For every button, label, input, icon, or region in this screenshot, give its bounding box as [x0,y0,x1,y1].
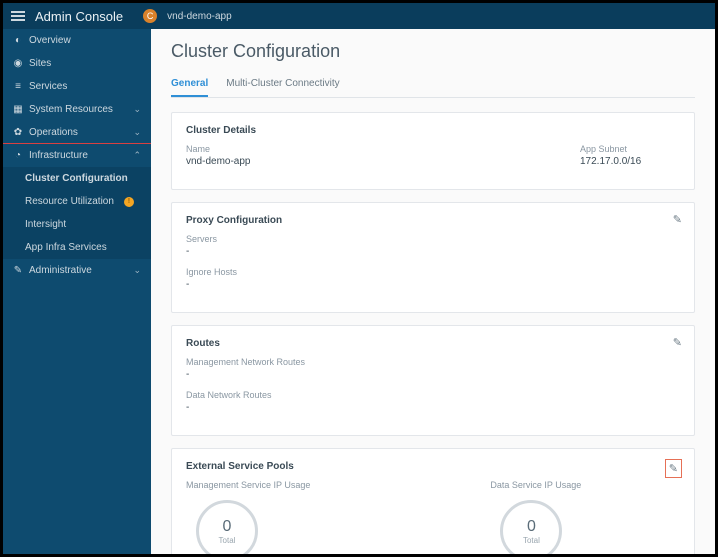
sidebar-item-label: Intersight [25,219,66,230]
edit-external-pools-icon[interactable]: ✎ [665,459,682,478]
app-title: Admin Console [35,9,123,24]
chevron-down-icon: ⌄ [133,104,141,115]
field-label: Data Service IP Usage [490,480,581,490]
card-heading: Proxy Configuration [186,215,680,226]
sidebar-item-operations[interactable]: ✿ Operations ⌄ [3,121,151,144]
external-service-pools-card: External Service Pools ✎ Management Serv… [171,448,695,554]
app-window: Admin Console C vnd-demo-app ◐ Overview … [0,0,718,557]
grid-icon: ▦ [13,105,23,115]
chart-icon: ◔ [13,151,23,161]
sidebar-item-infrastructure[interactable]: ◔ Infrastructure ⌃ [3,144,151,167]
tab-multi-cluster[interactable]: Multi-Cluster Connectivity [226,72,339,97]
speedometer-icon: ◐ [13,36,23,46]
menu-toggle-icon[interactable] [11,11,25,21]
field-label: Name [186,144,250,154]
chevron-down-icon: ⌄ [133,265,141,276]
field-label: Management Network Routes [186,357,680,367]
sidebar-item-label: System Resources [29,104,113,115]
field-value: - [186,279,680,290]
page-title: Cluster Configuration [171,41,695,62]
usage-sublabel: Total [523,536,540,545]
warning-badge-icon: ! [124,197,134,207]
card-heading: Routes [186,338,680,349]
field-value: vnd-demo-app [186,156,250,167]
card-heading: Cluster Details [186,125,680,136]
sidebar-item-label: App Infra Services [25,242,107,253]
globe-icon: ◉ [13,59,23,69]
proxy-config-card: Proxy Configuration ✎ Servers - Ignore H… [171,202,695,313]
field-label: Management Service IP Usage [186,480,310,490]
field-label: Data Network Routes [186,390,680,400]
sidebar-item-system-resources[interactable]: ▦ System Resources ⌄ [3,98,151,121]
sidebar-item-cluster-configuration[interactable]: Cluster Configuration [3,167,151,190]
sidebar-item-label: Resource Utilization [25,196,114,207]
field-value: - [186,402,680,413]
sidebar-item-label: Infrastructure [29,150,88,161]
field-label: Servers [186,234,680,244]
field-value: 172.17.0.0/16 [580,156,680,167]
sidebar-item-label: Administrative [29,265,92,276]
routes-card: Routes ✎ Management Network Routes - Dat… [171,325,695,436]
app-body: ◐ Overview ◉ Sites ≡ Services ▦ System R… [3,29,715,554]
sidebar-nav: ◐ Overview ◉ Sites ≡ Services ▦ System R… [3,29,151,554]
sidebar-item-sites[interactable]: ◉ Sites [3,52,151,75]
gear-icon: ✿ [13,128,23,138]
tab-bar: General Multi-Cluster Connectivity [171,72,695,98]
main-content: Cluster Configuration General Multi-Clus… [151,29,715,554]
sidebar-item-administrative[interactable]: ✎ Administrative ⌄ [3,259,151,282]
sidebar-item-label: Overview [29,35,71,46]
card-heading: External Service Pools [186,461,680,472]
sidebar-item-label: Sites [29,58,51,69]
mgmt-usage-ring: 0 Total [196,500,258,554]
data-usage-ring: 0 Total [500,500,562,554]
sidebar-infrastructure-highlight: ◔ Infrastructure ⌃ Cluster Configuration [3,143,151,191]
chevron-down-icon: ⌄ [133,127,141,138]
sidebar-item-services[interactable]: ≡ Services [3,75,151,98]
cluster-details-card: Cluster Details Name vnd-demo-app App Su… [171,112,695,190]
usage-sublabel: Total [219,536,236,545]
app-header: Admin Console C vnd-demo-app [3,3,715,29]
field-value: - [186,369,680,380]
sidebar-item-resource-utilization[interactable]: Resource Utilization ! [3,190,151,213]
sidebar-item-label: Operations [29,127,78,138]
sidebar-item-label: Cluster Configuration [25,173,128,184]
edit-icon[interactable]: ✎ [673,336,682,349]
sidebar-item-intersight[interactable]: Intersight [3,213,151,236]
usage-count: 0 [223,518,232,536]
usage-count: 0 [527,518,536,536]
edit-icon[interactable]: ✎ [673,213,682,226]
tab-general[interactable]: General [171,72,208,97]
sidebar-item-app-infra-services[interactable]: App Infra Services [3,236,151,259]
sidebar-item-label: Services [29,81,67,92]
field-label: Ignore Hosts [186,267,680,277]
field-value: - [186,246,680,257]
sidebar-item-overview[interactable]: ◐ Overview [3,29,151,52]
org-badge[interactable]: C [143,9,157,23]
chevron-up-icon: ⌃ [133,150,141,161]
org-name[interactable]: vnd-demo-app [167,11,231,22]
field-label: App Subnet [580,144,680,154]
stack-icon: ≡ [13,82,23,92]
wrench-icon: ✎ [13,266,23,276]
